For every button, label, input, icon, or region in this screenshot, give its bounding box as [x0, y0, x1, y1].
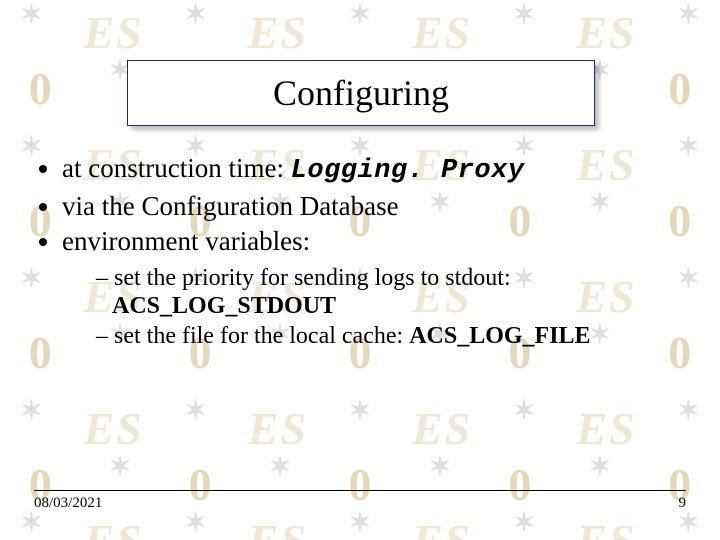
bullet-item: at construction time: Logging. Proxy	[62, 152, 674, 188]
wm-star: ✶	[678, 132, 700, 185]
wm-star: ✶	[21, 508, 43, 540]
footer-page-number: 9	[679, 495, 687, 512]
wm-es: ES	[83, 402, 143, 455]
wm-star: ✶	[185, 508, 207, 540]
sub-bullet-text: set the priority for sending logs to std…	[114, 265, 511, 291]
wm-es: ES	[576, 402, 636, 455]
wm-star: ✶	[678, 508, 700, 540]
wm-star: ✶	[513, 396, 535, 449]
bullet-item: environment variables: set the priority …	[62, 225, 674, 351]
sub-bullet-text: set the file for the local cache:	[114, 323, 409, 349]
content-area: at construction time: Logging. Proxy via…	[34, 152, 674, 353]
wm-zero: 0	[29, 62, 52, 115]
sub-bullet-item: set the file for the local cache: ACS_LO…	[96, 322, 674, 350]
wm-star: ✶	[349, 508, 371, 540]
wm-star: ✶	[349, 396, 371, 449]
wm-es: ES	[248, 402, 308, 455]
wm-star: ✶	[678, 0, 700, 53]
wm-star: ✶	[21, 396, 43, 449]
bullet-text: via the Configuration Database	[62, 191, 399, 221]
wm-es: ES	[576, 514, 636, 540]
wm-star: ✶	[513, 508, 535, 540]
wm-zero: 0	[668, 62, 691, 115]
code-identifier: Logging. Proxy	[291, 156, 525, 186]
wm-es: ES	[83, 6, 143, 59]
slide-title: Configuring	[273, 72, 449, 114]
wm-star: ✶	[678, 396, 700, 449]
wm-star: ✶	[185, 396, 207, 449]
wm-star: ✶	[185, 0, 207, 53]
title-box: Configuring	[127, 60, 595, 126]
footer-divider	[34, 490, 686, 491]
wm-es: ES	[412, 514, 472, 540]
footer-date: 08/03/2021	[34, 495, 102, 512]
wm-es: ES	[412, 402, 472, 455]
wm-es: ES	[83, 514, 143, 540]
wm-star: ✶	[678, 264, 700, 317]
bullet-item: via the Configuration Database	[62, 190, 674, 223]
bullet-list: at construction time: Logging. Proxy via…	[34, 152, 674, 351]
wm-star: ✶	[21, 0, 43, 53]
slide: ✶ ES ✶ ES ✶ ES ✶ ES ✶ 0 ✶ 0 ✶ 0 ✶ 0 ✶ 0 …	[0, 0, 720, 540]
wm-es: ES	[576, 6, 636, 59]
wm-es: ES	[248, 6, 308, 59]
wm-star: ✶	[513, 0, 535, 53]
footer: 08/03/2021 9	[34, 490, 686, 512]
env-var-name: ACS_LOG_STDOUT	[112, 293, 336, 319]
bullet-text: environment variables:	[62, 226, 310, 256]
wm-es: ES	[412, 6, 472, 59]
wm-star: ✶	[349, 0, 371, 53]
bullet-text: at construction time:	[62, 153, 291, 183]
sub-bullet-item: set the priority for sending logs to std…	[96, 264, 674, 321]
env-var-name: ACS_LOG_FILE	[409, 323, 590, 349]
sub-bullet-list: set the priority for sending logs to std…	[62, 264, 674, 351]
wm-es: ES	[248, 514, 308, 540]
